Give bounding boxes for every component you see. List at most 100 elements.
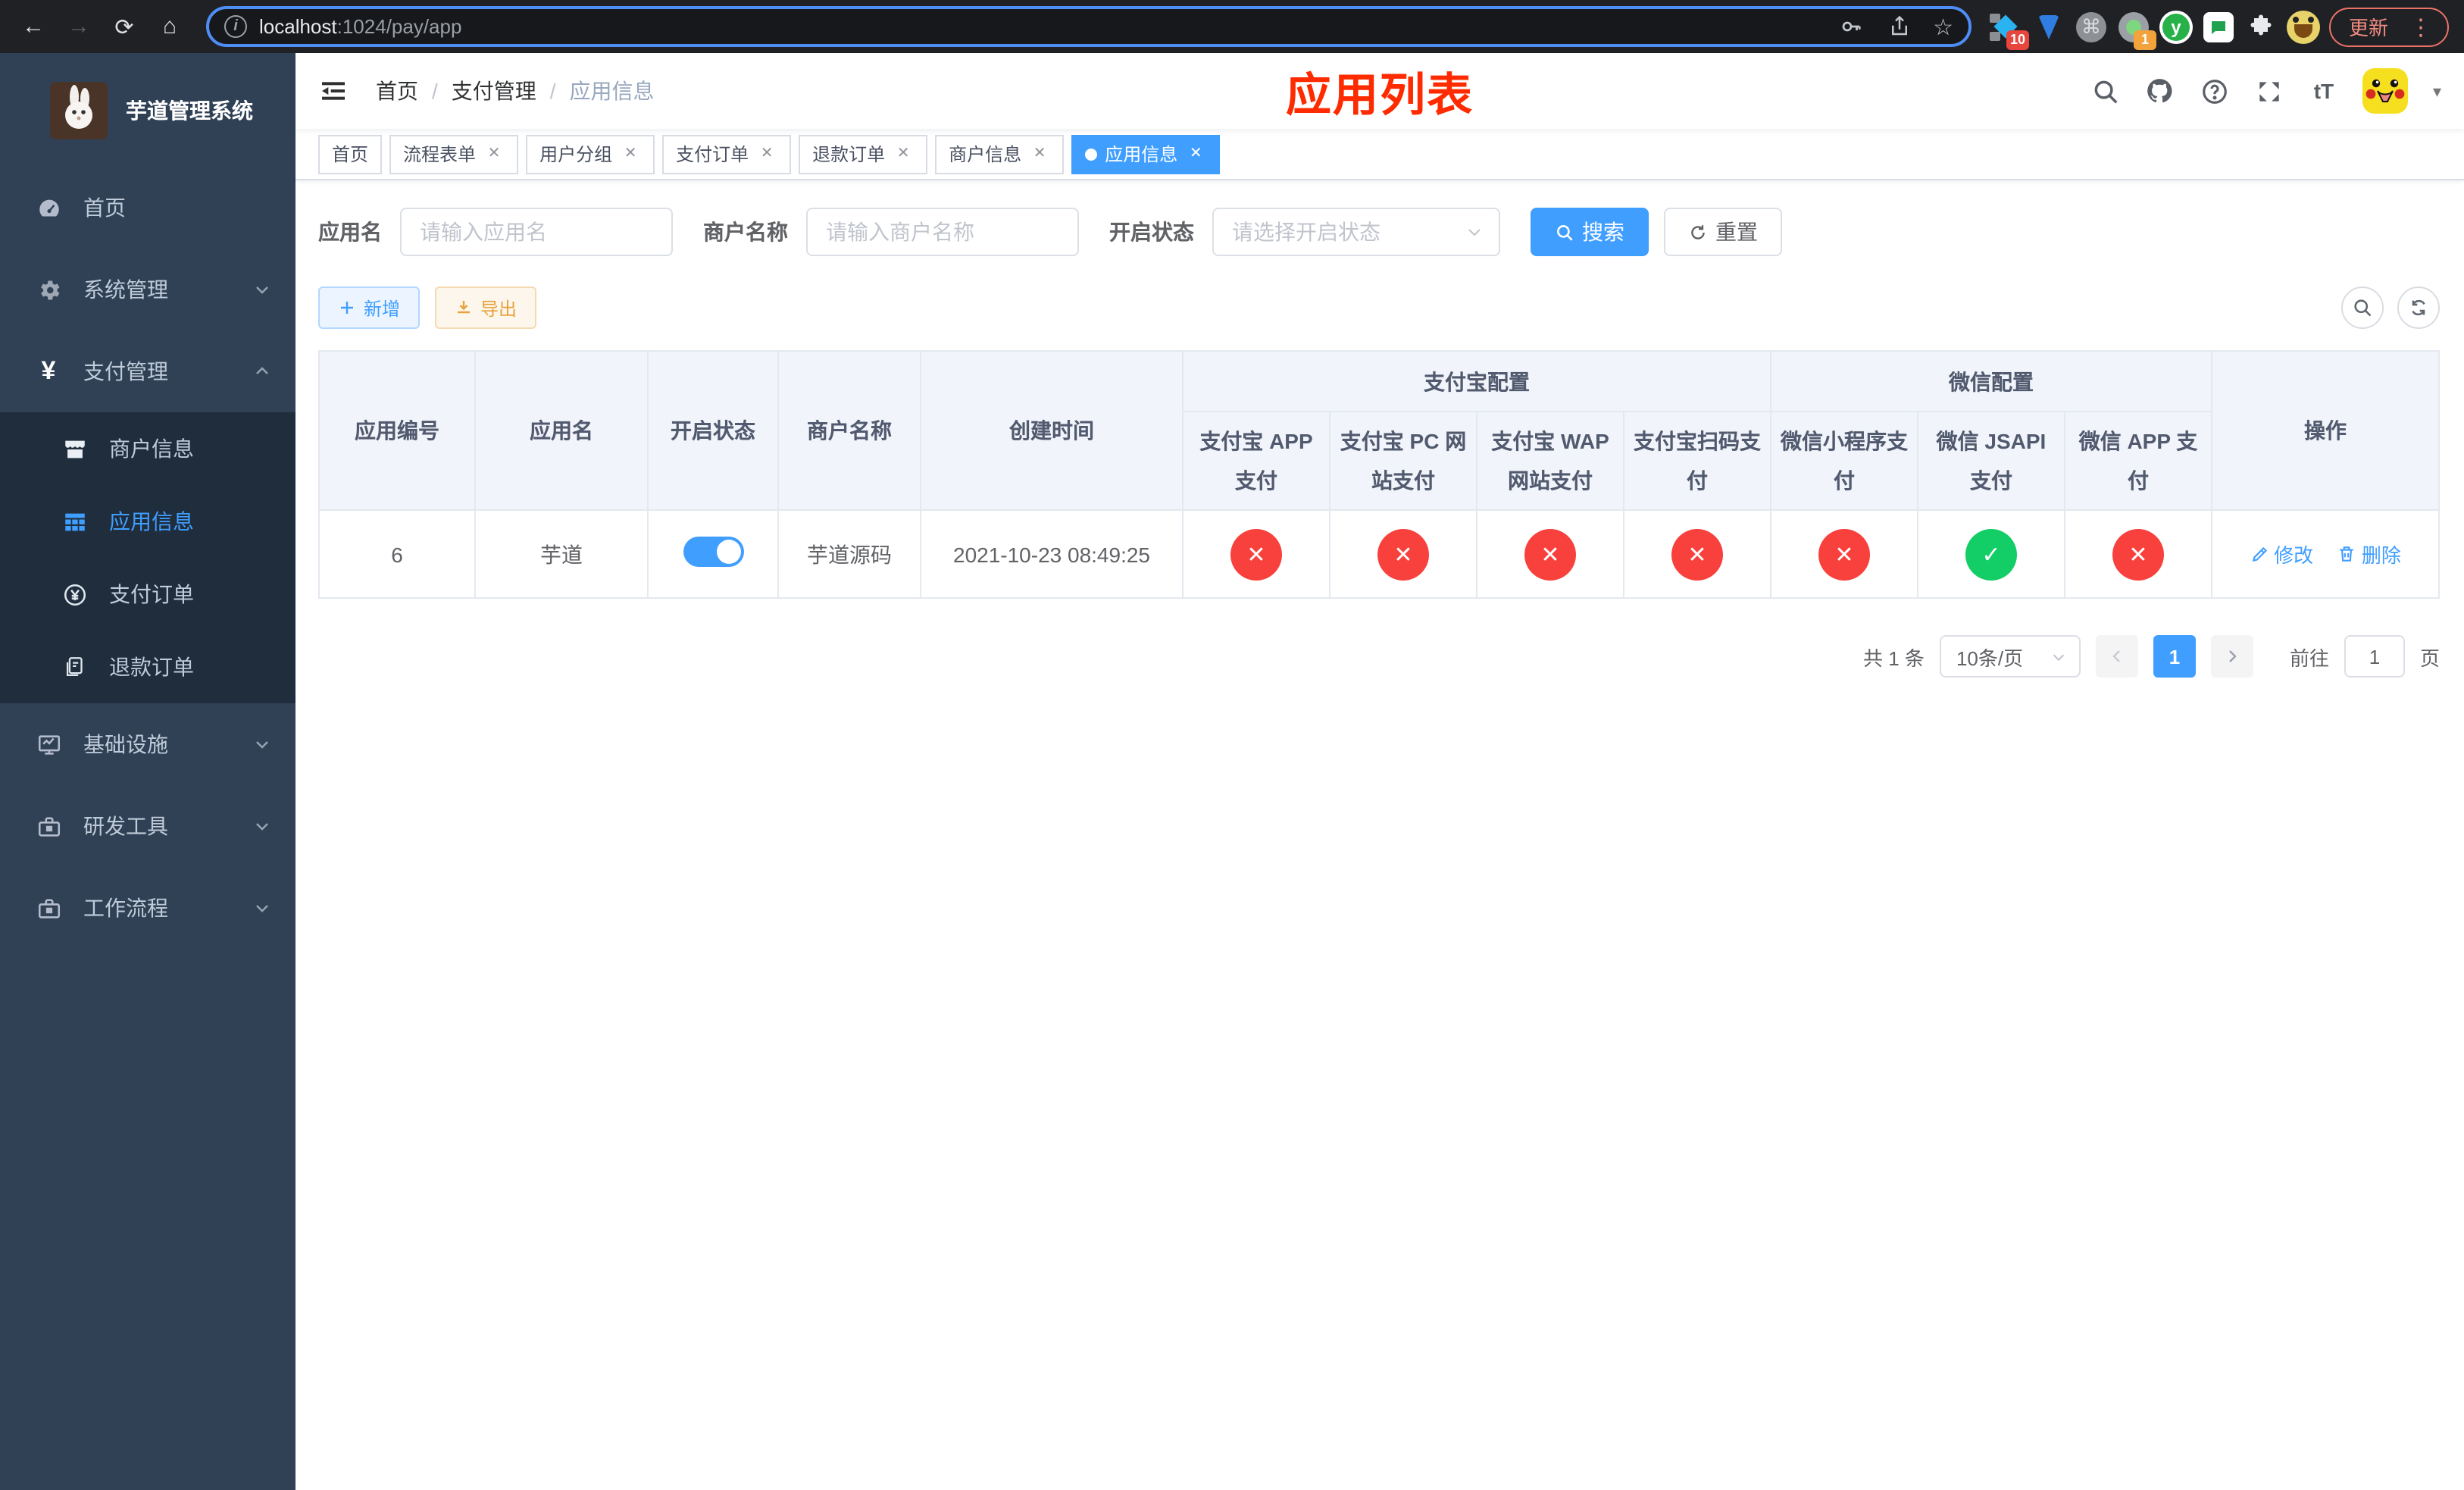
browser-profile-avatar[interactable] [2286,10,2320,43]
delete-button[interactable]: 删除 [2337,540,2401,568]
browser-home-icon[interactable]: ⌂ [152,8,188,45]
user-avatar[interactable] [2362,68,2409,114]
page-size-select[interactable]: 10条/页 [1939,635,2081,678]
sidebar-item-workflow[interactable]: 工作流程 [0,867,295,949]
close-icon[interactable]: ✕ [1029,143,1050,164]
sidebar-item-refund-order[interactable]: 退款订单 [0,631,295,703]
sidebar-item-label: 应用信息 [109,509,194,534]
sidebar-item-infra[interactable]: 基础设施 [0,703,295,785]
password-key-icon[interactable] [1836,11,1866,42]
sidebar-logo[interactable]: 芋道管理系统 [0,53,295,167]
share-icon[interactable] [1884,11,1915,42]
sidebar-item-system[interactable]: 系统管理 [0,249,295,330]
sidebar-item-home[interactable]: 首页 [0,167,295,249]
browser-back-icon[interactable]: ← [15,8,52,45]
ext-diamond-icon[interactable]: 10 [1989,10,2029,49]
goto-page-input[interactable] [2344,635,2405,678]
ext-chat-icon[interactable] [2202,10,2235,43]
grid-icon [61,508,88,535]
browser-forward-icon[interactable]: → [61,8,97,45]
group-wechat-config: 微信配置 [1770,350,2212,412]
breadcrumb-current: 应用信息 [569,79,655,103]
channel-status-wx-jsapi[interactable]: ✓ [1965,528,2017,580]
store-icon [61,435,88,462]
tab-refund-order[interactable]: 退款订单 ✕ [799,134,928,174]
ext-command-icon[interactable]: ⌘ [2075,10,2108,43]
close-icon[interactable]: ✕ [620,143,641,164]
edit-button[interactable]: 修改 [2250,540,2313,568]
ext-kite-icon[interactable] [2032,10,2065,43]
fullscreen-icon[interactable] [2254,76,2284,106]
url-text[interactable]: localhost:1024/pay/app [259,15,1824,38]
update-label: 更新 [2348,17,2388,39]
col-app-id: 应用编号 [318,350,476,511]
channel-status-wx-lite[interactable]: ✕ [1818,528,1870,580]
tab-process-form[interactable]: 流程表单 ✕ [389,134,519,174]
merchant-name-input[interactable] [806,208,1079,256]
page-title: 应用列表 [1286,71,1474,121]
sidebar-item-pay-order[interactable]: 支付订单 [0,558,295,631]
download-icon [458,301,471,314]
app-name-input[interactable] [400,208,673,256]
bookmark-star-icon[interactable]: ☆ [1933,13,1953,40]
help-icon[interactable] [2200,76,2230,106]
next-page-button[interactable] [2210,635,2253,678]
close-icon[interactable]: ✕ [1185,143,1206,164]
reset-button[interactable]: 重置 [1664,208,1782,256]
sidebar-item-payment[interactable]: ¥ 支付管理 [0,330,295,412]
channel-status-alipay-pc[interactable]: ✕ [1377,528,1429,580]
show-search-button[interactable] [2341,286,2384,329]
breadcrumb-home[interactable]: 首页 [376,76,418,106]
chevron-down-icon [253,899,271,917]
col-status: 开启状态 [647,350,779,511]
sidebar-item-merchant-info[interactable]: 商户信息 [0,412,295,485]
page-number-current[interactable]: 1 [2153,635,2196,678]
font-size-icon[interactable]: tT [2309,76,2339,106]
caret-down-icon[interactable]: ▾ [2433,81,2441,101]
close-icon[interactable]: ✕ [893,143,914,164]
tab-user-group[interactable]: 用户分组 ✕ [526,134,655,174]
close-icon[interactable]: ✕ [756,143,777,164]
cell-app-id: 6 [318,509,476,599]
extensions-puzzle-icon[interactable] [2244,10,2278,43]
ext-recorder-icon[interactable]: 1 [2117,10,2156,49]
search-button[interactable]: 搜索 [1531,208,1649,256]
channel-status-wx-app[interactable]: ✕ [2112,528,2164,580]
search-icon[interactable] [2090,76,2121,106]
tab-pay-order[interactable]: 支付订单 ✕ [662,134,792,174]
channel-status-alipay-wap[interactable]: ✕ [1524,528,1576,580]
channel-status-alipay-qr[interactable]: ✕ [1671,528,1723,580]
tags-view-bar: 首页 流程表单 ✕ 用户分组 ✕ 支付订单 ✕ 退款订单 ✕ 商户信息 ✕ 应用信息 ✕ [295,129,2464,180]
add-button[interactable]: 新增 [318,286,421,329]
close-icon[interactable]: ✕ [483,143,505,164]
ext-y-icon[interactable]: y [2159,10,2193,43]
browser-menu-dots-icon[interactable]: ⋮ [2400,13,2441,40]
browser-reload-icon[interactable]: ⟳ [106,8,142,45]
tab-merchant-info[interactable]: 商户信息 ✕ [935,134,1065,174]
address-bar[interactable]: i localhost:1024/pay/app ☆ [206,6,1972,47]
breadcrumb-payment[interactable]: 支付管理 [452,76,536,106]
export-button[interactable]: 导出 [435,286,537,329]
search-icon [1557,224,1573,240]
row-status-toggle[interactable] [683,537,743,567]
sidebar-item-devtools[interactable]: 研发工具 [0,785,295,867]
tab-app-info-active[interactable]: 应用信息 ✕ [1071,134,1221,174]
chevron-down-icon [253,817,271,835]
refresh-icon [1691,224,1705,239]
sidebar-item-label: 退款订单 [109,655,194,679]
table-row: 6 芋道 芋道源码 2021-10-23 08:49:25 ✕ ✕ ✕ ✕ ✕ … [318,509,2440,599]
col-alipay-pc: 支付宝 PC 网站支付 [1329,411,1477,511]
sidebar-fold-icon[interactable] [318,74,352,108]
github-icon[interactable] [2145,76,2175,106]
status-select-placeholder: 请选择开启状态 [1232,220,1381,244]
status-select[interactable]: 请选择开启状态 [1212,208,1500,256]
browser-update-button[interactable]: 更新 ⋮ [2328,7,2449,46]
site-info-icon[interactable]: i [224,15,247,38]
briefcase-icon [35,894,62,922]
tab-home[interactable]: 首页 [318,134,383,174]
filter-form: 应用名 商户名称 开启状态 请选择开启状态 搜索 重置 [318,208,2440,256]
prev-page-button[interactable] [2095,635,2138,678]
refresh-table-button[interactable] [2397,286,2440,329]
sidebar-item-app-info[interactable]: 应用信息 [0,485,295,558]
channel-status-alipay-app[interactable]: ✕ [1230,528,1282,580]
